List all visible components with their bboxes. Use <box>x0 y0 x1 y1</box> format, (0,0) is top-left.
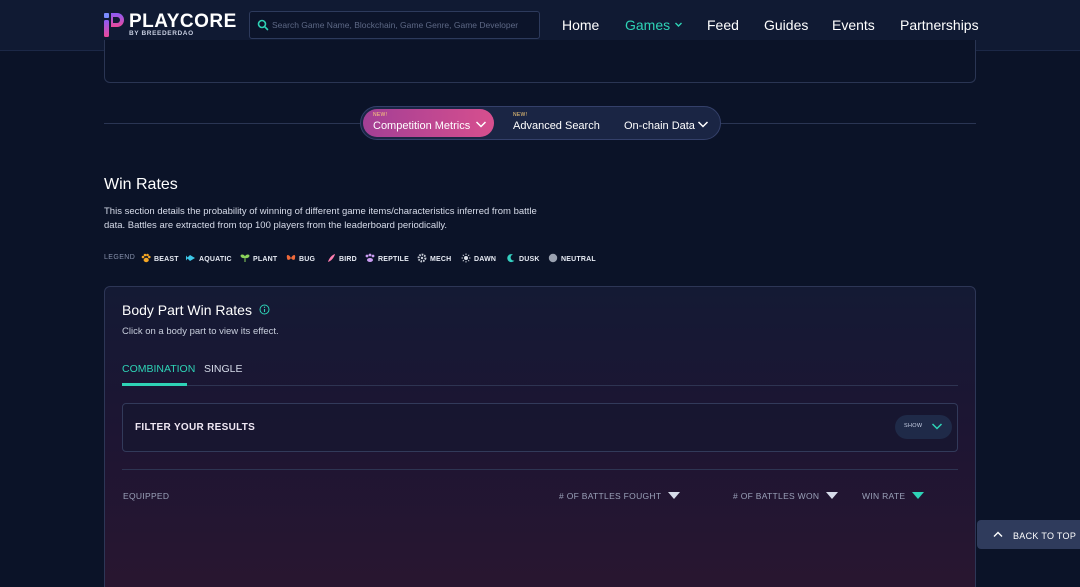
chevron-down-icon <box>931 423 943 430</box>
advanced-search-label: Advanced Search <box>513 120 600 132</box>
legend-item-neutral: NEUTRAL <box>548 253 596 263</box>
search-input[interactable] <box>272 15 534 35</box>
column-battles-won-label: # OF BATTLES WON <box>733 491 820 501</box>
show-filters-label: SHOW <box>904 423 923 429</box>
legend-label: MECH <box>430 256 452 263</box>
filter-title: FILTER YOUR RESULTS <box>135 422 256 433</box>
nav-events[interactable]: Events <box>832 17 875 33</box>
legend-item-dusk: DUSK <box>506 253 540 263</box>
nav-home[interactable]: Home <box>562 17 599 33</box>
info-icon[interactable] <box>259 304 270 315</box>
nav-games-label: Games <box>625 17 671 33</box>
sort-down-active-icon <box>912 492 925 499</box>
gear-icon <box>417 253 427 263</box>
win-rates-title: Win Rates <box>104 176 178 193</box>
fish-icon <box>186 255 195 261</box>
nav-events-label: Events <box>832 17 875 33</box>
tab-single-label: SINGLE <box>204 363 243 375</box>
nav-feed[interactable]: Feed <box>707 17 739 33</box>
legend-item-dawn: DAWN <box>461 253 496 263</box>
search-box <box>249 11 540 39</box>
legend-label: NEUTRAL <box>561 256 596 263</box>
tab-combination[interactable]: COMBINATION <box>122 363 195 375</box>
nav-partnerships-label: Partnerships <box>900 17 979 33</box>
body-part-win-rates-card: Body Part Win Rates Click on a body part… <box>104 286 976 587</box>
legend-label: REPTILE <box>378 256 409 263</box>
back-to-top-label: BACK TO TOP <box>1013 531 1077 541</box>
leaf-icon <box>240 254 250 262</box>
chevron-down-icon <box>475 121 487 128</box>
legend-label: AQUATIC <box>199 256 232 263</box>
moon-icon <box>507 254 515 263</box>
butterfly-icon <box>286 255 296 260</box>
active-tab-indicator <box>122 383 187 386</box>
sort-down-icon <box>826 492 839 499</box>
win-rates-description: This section details the probability of … <box>104 206 537 231</box>
legend-label: BUG <box>299 256 316 263</box>
legend-title: LEGEND <box>104 254 136 261</box>
column-win-rate-label: WIN RATE <box>862 491 906 501</box>
nav-guides[interactable]: Guides <box>764 17 808 33</box>
table-divider <box>122 469 958 470</box>
legend-item-plant: PLANT <box>240 253 277 263</box>
column-battles-won[interactable]: # OF BATTLES WON <box>733 491 839 501</box>
claw-icon <box>365 253 375 262</box>
body-part-title: Body Part Win Rates <box>122 302 252 318</box>
new-badge: NEW! <box>373 112 388 118</box>
legend-label: PLANT <box>253 256 278 263</box>
column-equipped: EQUIPPED <box>123 491 169 501</box>
column-battles-fought[interactable]: # OF BATTLES FOUGHT <box>559 491 681 501</box>
column-win-rate[interactable]: WIN RATE <box>862 491 925 501</box>
tab-onchain-data[interactable]: On-chain Data <box>614 109 718 137</box>
tab-advanced-search[interactable]: NEW! Advanced Search <box>504 109 604 137</box>
paw-icon <box>141 253 151 263</box>
new-badge: NEW! <box>513 112 528 118</box>
legend-item-bug: BUG <box>286 253 315 263</box>
nav-partnerships[interactable]: Partnerships <box>900 17 979 33</box>
column-equipped-label: EQUIPPED <box>123 491 170 501</box>
legend-label: BIRD <box>339 256 357 263</box>
legend-item-beast: BEAST <box>141 253 179 263</box>
competition-metrics-label: Competition Metrics <box>373 120 471 132</box>
nav-home-label: Home <box>562 17 600 33</box>
playcore-logo-icon <box>104 13 124 37</box>
tab-combination-label: COMBINATION <box>122 363 196 375</box>
chevron-up-icon <box>993 531 1003 537</box>
legend-label: DAWN <box>474 256 497 263</box>
legend-item-mech: MECH <box>417 253 451 263</box>
previous-section-card <box>104 40 976 83</box>
legend-label: DUSK <box>519 256 540 263</box>
body-part-tabs: COMBINATION SINGLE <box>122 359 958 386</box>
sort-down-icon <box>668 492 681 499</box>
playcore-logo[interactable]: PLAYCORE BY BREEDERDAO <box>104 11 236 41</box>
body-part-subtitle: Click on a body part to view its effect. <box>122 326 279 337</box>
data-view-switcher: NEW! Competition Metrics NEW! Advanced S… <box>360 106 721 140</box>
chevron-down-icon <box>697 121 709 128</box>
legend-item-reptile: REPTILE <box>365 253 409 263</box>
onchain-data-label: On-chain Data <box>624 120 695 132</box>
back-to-top-button[interactable]: BACK TO TOP <box>977 520 1080 549</box>
column-battles-fought-label: # OF BATTLES FOUGHT <box>559 491 662 501</box>
show-filters-button[interactable]: SHOW <box>895 415 952 439</box>
brand-subtitle: BY BREEDERDAO <box>129 30 194 37</box>
circle-icon <box>548 253 558 263</box>
search-icon <box>257 19 269 31</box>
tab-single[interactable]: SINGLE <box>204 363 243 375</box>
feather-icon <box>328 254 335 262</box>
filter-panel: FILTER YOUR RESULTS SHOW <box>122 403 958 452</box>
legend-item-bird: BIRD <box>326 253 357 263</box>
nav-feed-label: Feed <box>707 17 739 33</box>
tab-competition-metrics[interactable]: NEW! Competition Metrics <box>363 109 494 137</box>
nav-guides-label: Guides <box>764 17 809 33</box>
legend-label: BEAST <box>154 256 179 263</box>
chevron-down-icon <box>675 22 683 27</box>
sun-icon <box>461 253 471 263</box>
legend-item-aquatic: AQUATIC <box>186 253 232 263</box>
nav-games[interactable]: Games <box>625 17 683 33</box>
